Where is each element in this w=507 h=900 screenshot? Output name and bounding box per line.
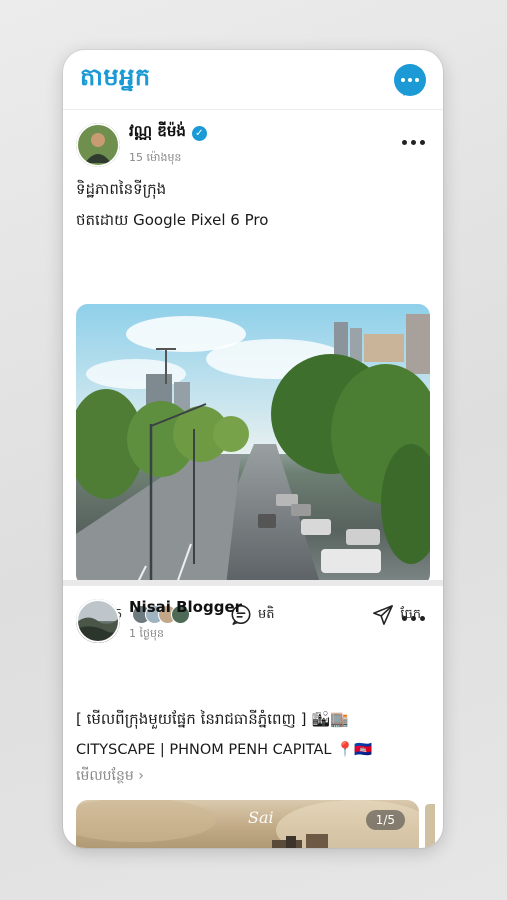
image-pager-badge: 1/5 xyxy=(365,810,405,830)
post-timestamp: 1 ថ្ងៃមុន xyxy=(129,627,164,640)
more-options-icon[interactable] xyxy=(402,140,425,145)
post-image[interactable]: Sai 1/5 xyxy=(76,800,419,848)
post-caption-line: CITYSCAPE | PHNOM PENH CAPITAL 📍🇰🇭 xyxy=(76,742,373,758)
phone-frame: តាមអ្នក វណ្ណ ឌីម៉ង់ ✓ 15 ម៉ោងមុន ទិដ្ឋភា… xyxy=(63,50,443,848)
more-options-icon[interactable] xyxy=(402,616,425,621)
post-author[interactable]: វណ្ណ ឌីម៉ង់ ✓ xyxy=(129,122,207,144)
post-caption-line: ទិដ្ឋភាពនៃទីក្រុង xyxy=(76,180,167,198)
author-name[interactable]: Nisai Blogger xyxy=(129,598,242,616)
chat-bubble-dots-icon[interactable] xyxy=(394,63,426,96)
feed-post: Nisai Blogger 1 ថ្ងៃមុន [ មើលពីក្រុងមួយផ… xyxy=(63,586,443,848)
post-caption-line: ថតដោយ Google Pixel 6 Pro xyxy=(76,211,269,229)
author-name[interactable]: វណ្ណ ឌីម៉ង់ xyxy=(129,122,186,144)
verified-badge-icon: ✓ xyxy=(191,125,207,141)
next-image-peek[interactable] xyxy=(425,804,435,848)
post-caption-line: [ មើលពីក្រុងមួយផ្នែក នៃរាជធានីភ្នំពេញ ] … xyxy=(76,710,349,728)
post-timestamp: 15 ម៉ោងមុន xyxy=(129,151,182,164)
post-image[interactable] xyxy=(76,304,430,586)
image-signature: Sai xyxy=(248,808,274,827)
see-more-link[interactable]: មើលបន្ថែម › xyxy=(76,766,144,787)
avatar[interactable] xyxy=(76,599,120,643)
post-author[interactable]: Nisai Blogger xyxy=(129,598,242,616)
avatar[interactable] xyxy=(76,123,120,167)
feed-post: វណ្ណ ឌីម៉ង់ ✓ 15 ម៉ោងមុន ទិដ្ឋភាពនៃទីក្រ… xyxy=(63,110,443,625)
top-bar: តាមអ្នក xyxy=(63,50,443,110)
page-title: តាមអ្នក xyxy=(80,63,151,91)
